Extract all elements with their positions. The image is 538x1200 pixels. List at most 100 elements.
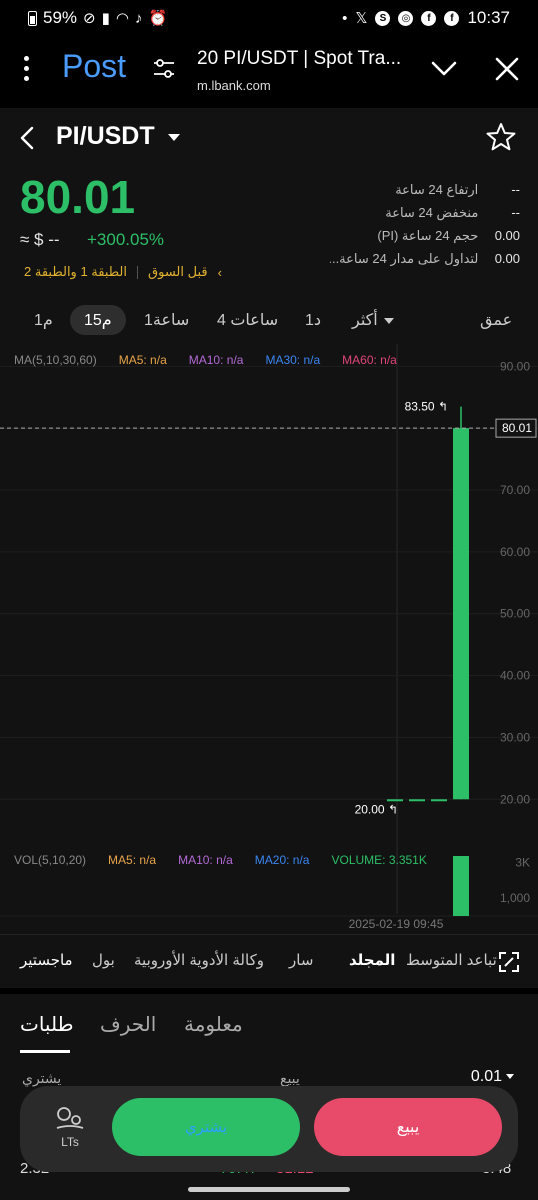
dot-icon: •	[342, 9, 348, 27]
interval-1d[interactable]: 1د	[305, 310, 321, 330]
indicator-ma[interactable]: ماجستير	[20, 951, 73, 969]
volume-bar	[453, 856, 469, 916]
stat-high: -- ارتفاع 24 ساعة	[395, 181, 520, 198]
s-icon: S	[375, 10, 391, 26]
pair-tags[interactable]: الطبقة 1 والطبقة 2 قبل السوق ‹	[24, 264, 222, 280]
star-icon[interactable]	[486, 122, 516, 152]
premarket-tag: قبل السوق	[148, 264, 208, 279]
active-tab-indicator	[20, 1050, 70, 1053]
vol-ma10-value: MA10: n/a	[178, 853, 233, 867]
lts-button[interactable]: LTs	[50, 1106, 90, 1149]
pair-selector[interactable]: PI/USDT	[56, 122, 155, 151]
caret-down-icon[interactable]	[168, 134, 180, 141]
tier-tag: الطبقة 1 والطبقة 2	[24, 264, 128, 279]
fiat-price: ≈ $ --	[20, 230, 60, 249]
volume-value: VOLUME: 3.351K	[331, 853, 427, 867]
price-axis-label: 30.00	[500, 730, 530, 744]
price-axis-label: 20.00	[500, 792, 530, 806]
indicator-ema[interactable]: وكالة الأدوية الأوروبية	[134, 951, 264, 969]
depth-tab[interactable]: عمق	[480, 310, 512, 330]
price-change: +300.05%	[87, 230, 165, 249]
vol-ma5-value: MA5: n/a	[108, 853, 157, 867]
interval-1h[interactable]: 1ساعة	[144, 310, 189, 330]
trading-page: PI/USDT 80.01 ≈ $ -- +300.05% الطبقة 1 و…	[0, 108, 538, 1200]
interval-more[interactable]: أكثر	[352, 310, 394, 330]
no-disturb-icon: ⊘	[83, 9, 96, 27]
wifi-icon: ◠	[115, 9, 129, 27]
tab-trades[interactable]: الحرف	[100, 1012, 156, 1037]
coins-icon	[56, 1107, 84, 1129]
price-axis-label: 50.00	[500, 607, 530, 621]
kline-chart[interactable]: 90.0080.0070.0060.0050.0040.0030.0020.00…	[0, 344, 538, 934]
interval-15m[interactable]: 15م	[70, 305, 126, 335]
indicator-vol[interactable]: المجلد	[349, 951, 395, 969]
mute-icon: ♪	[134, 9, 143, 27]
ma-name: MA(5,10,30,60)	[14, 353, 97, 367]
time-axis-label: 2025-02-19 09:45	[349, 917, 444, 931]
page-settings-icon[interactable]	[152, 58, 176, 80]
tab-orders[interactable]: طلبات	[20, 1012, 74, 1037]
battery-level: 59%	[43, 8, 78, 27]
volume-axis-label: 3K	[515, 855, 530, 869]
candle-body	[409, 799, 425, 802]
high-label: 83.50 ↰	[405, 400, 448, 414]
post-button[interactable]: Post	[62, 48, 126, 85]
price-axis-label: 60.00	[500, 545, 530, 559]
chrome-icon: ◎	[398, 10, 414, 26]
indicator-boll[interactable]: بول	[92, 951, 115, 969]
price-axis-label: 70.00	[500, 483, 530, 497]
ma60-value: MA60: n/a	[342, 353, 397, 367]
chevron-left-icon: ‹	[217, 264, 222, 280]
interval-4h[interactable]: 4 ساعات	[217, 310, 278, 330]
sell-button[interactable]: يبيع	[314, 1098, 502, 1156]
kline-svg: 90.0080.0070.0060.0050.0040.0030.0020.00…	[0, 344, 538, 931]
buy-column-label: يشتري	[22, 1070, 62, 1086]
last-price: 80.01	[20, 171, 136, 223]
ma-legend: MA(5,10,30,60) MA5: n/a MA10: n/a MA30: …	[14, 353, 397, 367]
candle-body	[387, 799, 403, 802]
signal-icon: ▮	[101, 9, 110, 27]
facebook-icon: f	[421, 10, 437, 26]
trade-action-bar: LTs يشتري يبيع	[20, 1086, 518, 1172]
back-icon[interactable]	[18, 125, 36, 151]
home-indicator	[188, 1187, 350, 1192]
fullscreen-icon[interactable]	[498, 951, 520, 973]
stat-volume: 0.00 حجم 24 ساعة (PI)	[377, 227, 520, 244]
buy-button[interactable]: يشتري	[112, 1098, 300, 1156]
ma30-value: MA30: n/a	[265, 353, 321, 367]
ma10-value: MA10: n/a	[188, 353, 244, 367]
pair-header: PI/USDT	[0, 108, 538, 168]
vol-name: VOL(5,10,20)	[14, 853, 87, 867]
price-axis-label: 40.00	[500, 669, 530, 683]
ma5-value: MA5: n/a	[118, 353, 167, 367]
indicator-selector: ماجستير بول وكالة الأدوية الأوروبية سار …	[0, 934, 538, 988]
interval-1m[interactable]: 1م	[34, 310, 53, 330]
vol-ma20-value: MA20: n/a	[254, 853, 310, 867]
menu-icon[interactable]	[24, 56, 30, 81]
tab-info[interactable]: معلومة	[184, 1012, 243, 1037]
status-bar: 59% ⊘ ▮ ◠ ♪ ⏰ • 𝕏 S ◎ f f 10:37	[0, 0, 538, 36]
price-step-select[interactable]: 0.01	[471, 1068, 514, 1086]
indicator-macd[interactable]: تباعد المتوسط	[406, 951, 497, 969]
last-price-label: 80.01	[502, 421, 532, 435]
browser-toolbar: Post 20 PI/USDT | Spot Tra... m.lbank.co…	[0, 36, 538, 106]
volume-axis-label: 1,000	[500, 891, 530, 905]
x-icon: 𝕏	[355, 9, 368, 27]
candle-body	[431, 799, 447, 802]
battery-icon	[28, 10, 37, 26]
caret-down-icon	[506, 1074, 514, 1080]
stats-panel: -- ارتفاع 24 ساعة -- منخفض 24 ساعة 0.00 …	[300, 178, 520, 270]
low-label: 20.00 ↰	[355, 802, 398, 816]
sell-column-label: يبيع	[280, 1070, 300, 1086]
interval-selector: 1م 15م 1ساعة 4 ساعات 1د أكثر عمق	[0, 300, 538, 340]
stat-turnover: 0.00 لتداول على مدار 24 ساعة...	[330, 250, 520, 267]
bottom-tabs: طلبات الحرف معلومة	[0, 994, 538, 1054]
chevron-down-icon[interactable]	[430, 56, 458, 80]
page-title: 20 PI/USDT | Spot Tra...	[197, 48, 402, 69]
close-icon[interactable]	[494, 56, 520, 82]
indicator-sar[interactable]: سار	[289, 951, 313, 969]
alarm-icon: ⏰	[148, 9, 168, 27]
page-url: m.lbank.com	[197, 78, 271, 93]
caret-down-icon	[383, 317, 394, 324]
price-axis-label: 90.00	[500, 359, 530, 373]
